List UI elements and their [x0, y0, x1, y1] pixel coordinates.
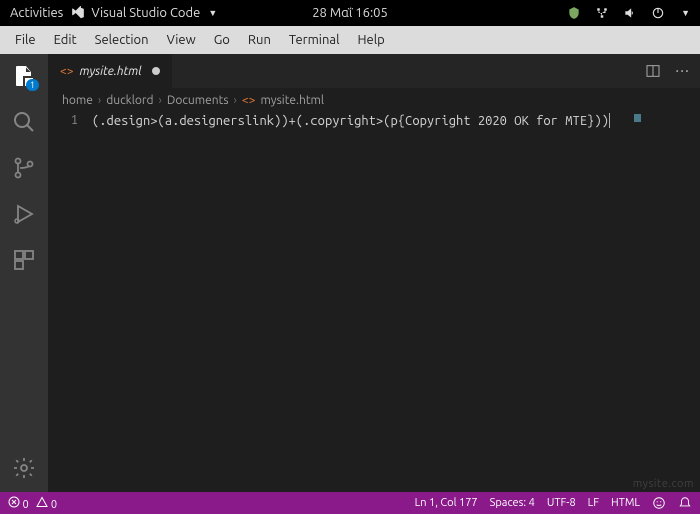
- activities-button[interactable]: Activities: [10, 6, 63, 20]
- status-indent[interactable]: Spaces: 4: [490, 497, 535, 509]
- extensions-icon[interactable]: [12, 248, 36, 272]
- modified-dot-icon: [152, 67, 160, 75]
- breadcrumb-part[interactable]: home: [62, 94, 93, 107]
- menu-terminal[interactable]: Terminal: [280, 29, 349, 51]
- chevron-down-icon: ▼: [208, 8, 217, 18]
- status-encoding[interactable]: UTF-8: [547, 497, 576, 509]
- network-icon[interactable]: [595, 6, 609, 20]
- active-app-menu[interactable]: Visual Studio Code ▼: [71, 6, 217, 20]
- breadcrumbs[interactable]: home › ducklord › Documents › <> mysite.…: [48, 88, 700, 112]
- power-icon[interactable]: [651, 6, 665, 20]
- warning-icon: [36, 496, 48, 508]
- vscode-icon: [71, 6, 85, 20]
- menu-help[interactable]: Help: [348, 29, 393, 51]
- menu-run[interactable]: Run: [239, 29, 280, 51]
- menu-view[interactable]: View: [158, 29, 205, 51]
- source-control-icon[interactable]: [12, 156, 36, 180]
- breadcrumb-part[interactable]: mysite.html: [260, 94, 324, 107]
- html-file-icon: <>: [60, 65, 74, 78]
- line-number: 1: [48, 113, 78, 127]
- explorer-icon[interactable]: 1: [12, 64, 36, 88]
- volume-icon[interactable]: [623, 6, 637, 20]
- status-eol[interactable]: LF: [588, 497, 599, 509]
- search-icon[interactable]: [12, 110, 36, 134]
- breadcrumb-part[interactable]: Documents: [167, 94, 229, 107]
- status-language[interactable]: HTML: [611, 497, 640, 509]
- editor-area: <> mysite.html ··· home › ducklord › Doc…: [48, 54, 700, 492]
- menu-go[interactable]: Go: [205, 29, 239, 51]
- explorer-badge: 1: [26, 79, 39, 91]
- breadcrumb-part[interactable]: ducklord: [106, 94, 153, 107]
- chevron-right-icon: ›: [234, 94, 237, 107]
- status-problems[interactable]: 0 0: [8, 496, 57, 511]
- text-cursor: [609, 113, 610, 128]
- settings-gear-icon[interactable]: [12, 456, 36, 480]
- activity-bar: 1: [0, 54, 48, 492]
- chevron-right-icon: ›: [98, 94, 101, 107]
- minimap-content: [634, 114, 641, 122]
- clock[interactable]: 28 Μαΐ 16:05: [312, 6, 388, 20]
- html-file-icon: <>: [242, 94, 256, 107]
- active-app-name: Visual Studio Code: [91, 6, 200, 20]
- error-icon: [8, 496, 20, 508]
- tab-mysite-html[interactable]: <> mysite.html: [48, 54, 173, 88]
- feedback-icon[interactable]: [652, 496, 666, 510]
- chevron-down-icon[interactable]: ▼: [681, 8, 690, 18]
- notifications-icon[interactable]: [678, 496, 692, 510]
- code-editor[interactable]: 1 (.design>(a.designerslink))+(.copyrigh…: [48, 112, 700, 492]
- chevron-right-icon: ›: [158, 94, 161, 107]
- more-actions-icon[interactable]: ···: [675, 62, 690, 80]
- menu-edit[interactable]: Edit: [45, 29, 86, 51]
- run-debug-icon[interactable]: [12, 202, 36, 226]
- gnome-top-bar: Activities Visual Studio Code ▼ 28 Μαΐ 1…: [0, 0, 700, 26]
- watermark: mysite.com: [633, 478, 694, 490]
- main-area: 1 <> mysite.html ···: [0, 54, 700, 492]
- code-line[interactable]: (.design>(a.designerslink))+(.copyright>…: [92, 112, 700, 492]
- menu-file[interactable]: File: [6, 29, 45, 51]
- menu-bar: File Edit Selection View Go Run Terminal…: [0, 26, 700, 54]
- status-bar: 0 0 Ln 1, Col 177 Spaces: 4 UTF-8 LF HTM…: [0, 492, 700, 514]
- status-ln-col[interactable]: Ln 1, Col 177: [415, 497, 478, 509]
- tab-filename: mysite.html: [80, 65, 142, 78]
- minimap[interactable]: [630, 112, 700, 492]
- line-number-gutter: 1: [48, 112, 92, 492]
- tab-bar: <> mysite.html ···: [48, 54, 700, 88]
- shield-icon[interactable]: [567, 6, 581, 20]
- menu-selection[interactable]: Selection: [86, 29, 158, 51]
- split-editor-icon[interactable]: [645, 63, 661, 79]
